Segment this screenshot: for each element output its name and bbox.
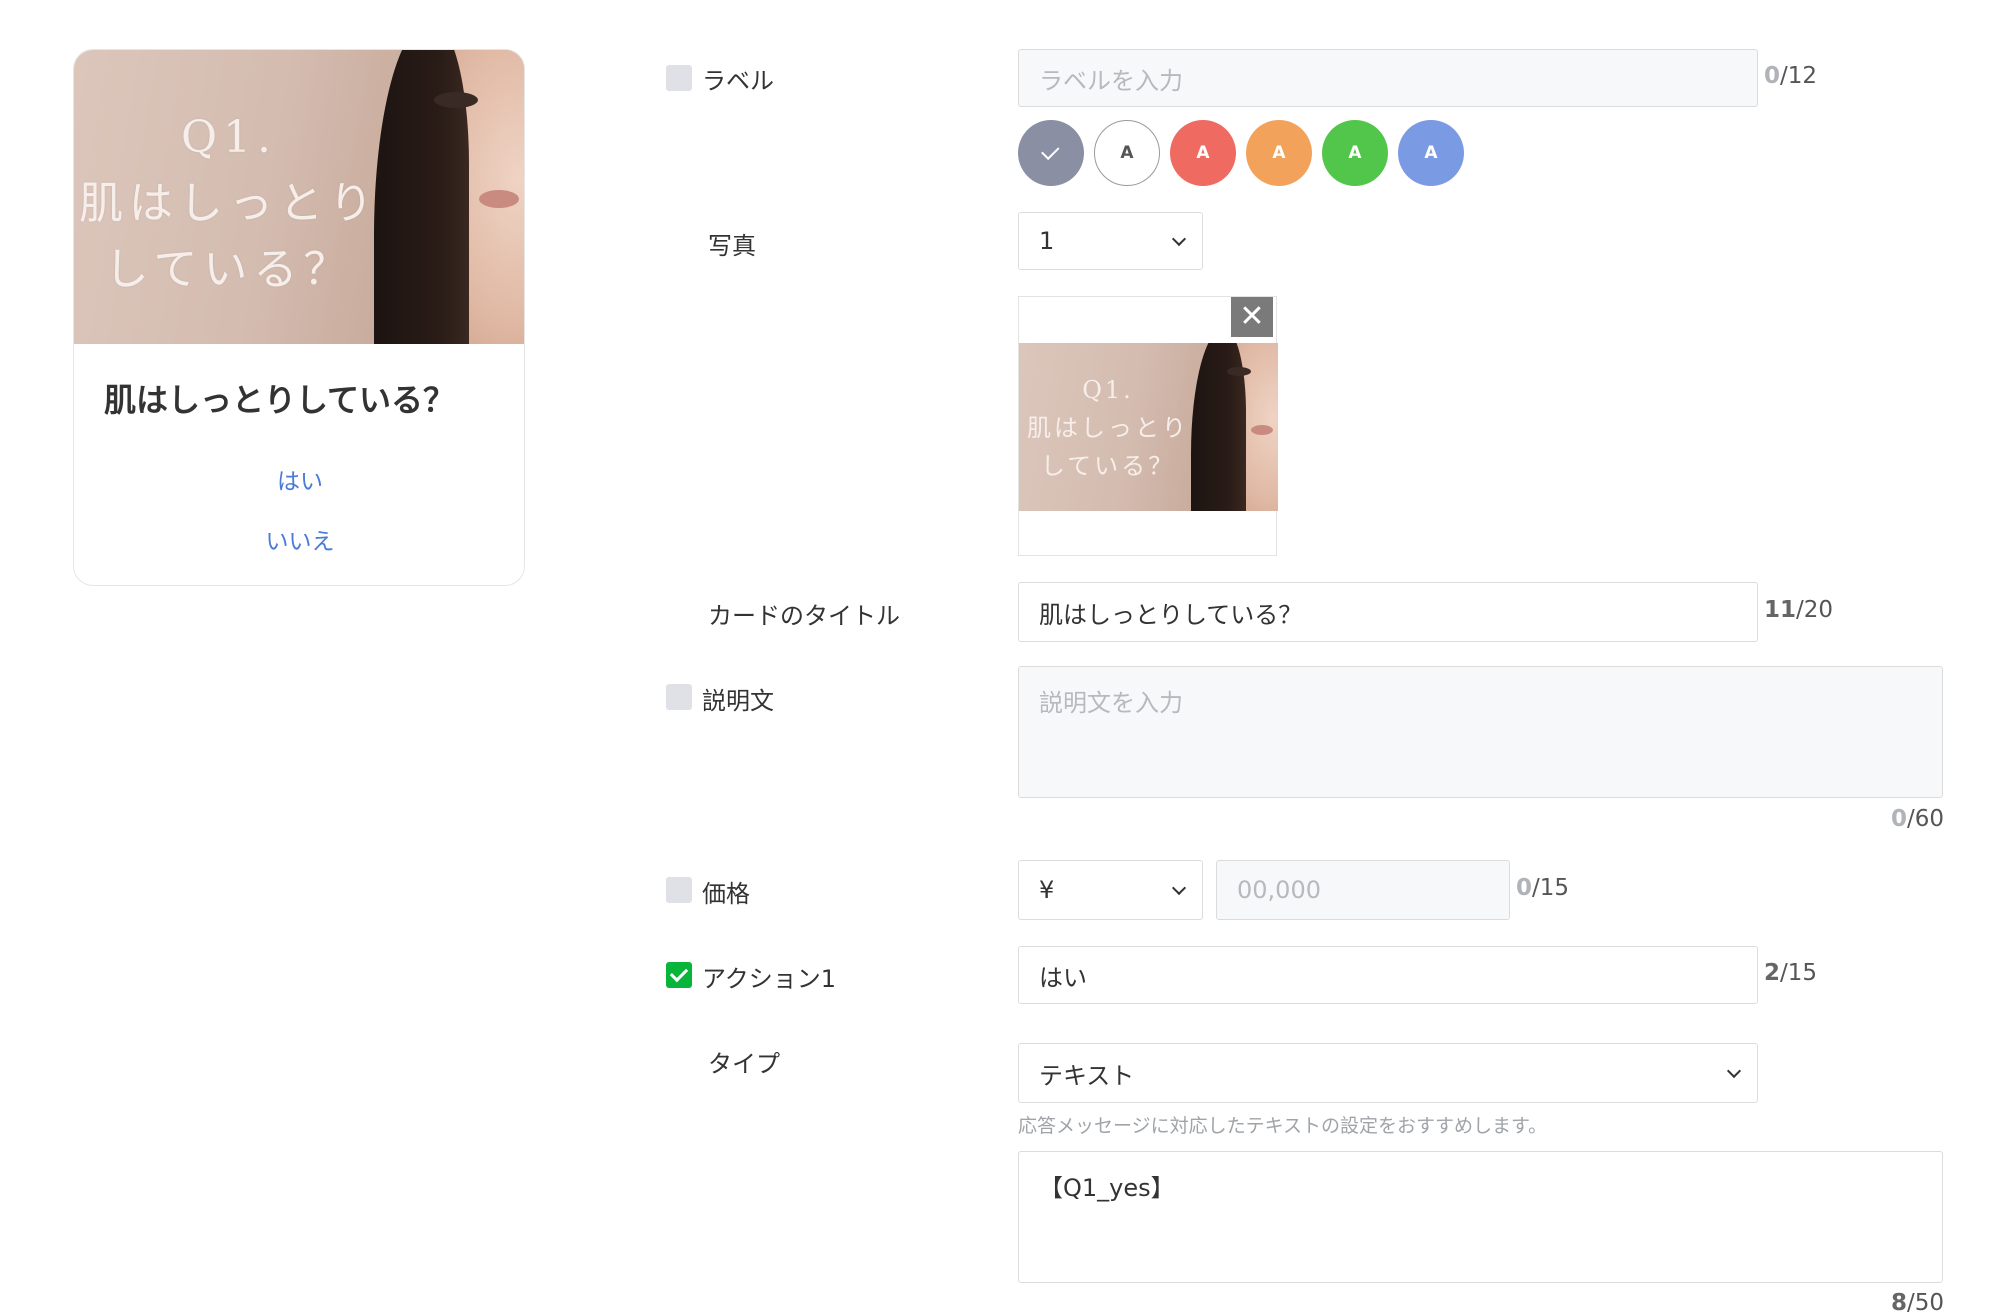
- price-count-max: /15: [1532, 875, 1570, 901]
- description-field-label: 説明文: [702, 687, 774, 715]
- photo-count-select[interactable]: 1: [1018, 212, 1203, 270]
- card-hero-image: Q1. 肌はしっとり している？: [74, 50, 524, 344]
- color-swatch-gray[interactable]: [1018, 120, 1084, 186]
- description-char-count: 0/60: [1891, 806, 1944, 832]
- thumb-overlay-text: Q1. 肌はしっとり している？: [1019, 371, 1197, 485]
- color-swatch-white[interactable]: A: [1094, 120, 1160, 186]
- label-count-current: 0: [1764, 63, 1781, 89]
- hero-lip-shape: [479, 190, 519, 208]
- action-text-textarea[interactable]: 【Q1_yes】: [1018, 1151, 1943, 1283]
- photo-field-label: 写真: [708, 232, 756, 260]
- action-text-char-count: 8/50: [1891, 1290, 1944, 1314]
- photo-thumbnail: Q1. 肌はしっとり している？: [1019, 343, 1278, 511]
- label-checkbox[interactable]: [666, 65, 692, 91]
- action-type-value: テキスト: [1039, 1061, 1135, 1090]
- action1-checkbox[interactable]: [666, 962, 692, 988]
- thumb-text-line: 肌はしっとり: [1027, 414, 1189, 442]
- thumb-text-line: Q1.: [1082, 376, 1134, 404]
- hero-text-line: している？: [104, 244, 354, 295]
- chevron-down-icon: [1726, 1063, 1742, 1079]
- type-field-label: タイプ: [708, 1050, 780, 1078]
- close-icon[interactable]: ✕: [1231, 297, 1273, 337]
- label-count-max: /12: [1780, 63, 1818, 89]
- action-type-select[interactable]: テキスト: [1018, 1043, 1758, 1103]
- card-title-input[interactable]: 肌はしっとりしている？: [1018, 582, 1758, 642]
- action-type-hint: 応答メッセージに対応したテキストの設定をおすすめします。: [1018, 1115, 1548, 1137]
- hero-text-line: 肌はしっとり: [79, 178, 379, 229]
- description-textarea[interactable]: 説明文を入力: [1018, 666, 1943, 798]
- price-checkbox[interactable]: [666, 877, 692, 903]
- card-title-char-count: 11/20: [1764, 597, 1833, 623]
- currency-select[interactable]: ¥: [1018, 860, 1203, 920]
- hero-text-line: Q1.: [180, 112, 278, 163]
- label-input[interactable]: ラベルを入力: [1018, 49, 1758, 107]
- price-char-count: 0/15: [1516, 875, 1569, 901]
- card-title-count-max: /20: [1796, 597, 1834, 623]
- action-text-count-max: /50: [1907, 1290, 1945, 1314]
- color-swatch-red[interactable]: A: [1170, 120, 1236, 186]
- description-checkbox[interactable]: [666, 684, 692, 710]
- color-swatch-green[interactable]: A: [1322, 120, 1388, 186]
- action1-label-input[interactable]: はい: [1018, 946, 1758, 1004]
- hero-eye-shape: [434, 92, 478, 108]
- photo-select-value: 1: [1039, 227, 1055, 255]
- card-action-no[interactable]: いいえ: [74, 522, 524, 556]
- photo-upload-box[interactable]: ✕ Q1. 肌はしっとり している？: [1018, 296, 1278, 556]
- thumb-text-line: している？: [1040, 452, 1176, 480]
- description-count-max: /60: [1907, 806, 1945, 832]
- action1-count-current: 2: [1764, 960, 1781, 986]
- card-title-field-label: カードのタイトル: [708, 602, 900, 630]
- chevron-down-icon: [1171, 880, 1187, 896]
- action-text-count-current: 8: [1891, 1290, 1908, 1314]
- chevron-down-icon: [1171, 231, 1187, 247]
- label-char-count: 0/12: [1764, 63, 1817, 89]
- price-input[interactable]: 00,000: [1216, 860, 1510, 920]
- description-count-current: 0: [1891, 806, 1908, 832]
- card-action-yes[interactable]: はい: [74, 462, 524, 496]
- color-swatch-orange[interactable]: A: [1246, 120, 1312, 186]
- color-swatch-blue[interactable]: A: [1398, 120, 1464, 186]
- action1-count-max: /15: [1780, 960, 1818, 986]
- action1-field-label: アクション1: [702, 965, 837, 993]
- action1-char-count: 2/15: [1764, 960, 1817, 986]
- currency-select-value: ¥: [1039, 876, 1055, 904]
- card-title-count-current: 11: [1764, 597, 1797, 623]
- price-count-current: 0: [1516, 875, 1533, 901]
- label-field-label: ラベル: [702, 67, 774, 95]
- price-field-label: 価格: [702, 880, 750, 908]
- hero-overlay-text: Q1. 肌はしっとり している？: [74, 105, 384, 303]
- thumb-eye-shape: [1227, 367, 1251, 376]
- card-title: 肌はしっとりしている？: [104, 381, 456, 419]
- card-preview: Q1. 肌はしっとり している？ 肌はしっとりしている？ はい いいえ: [73, 49, 525, 586]
- thumb-lip-shape: [1251, 425, 1273, 435]
